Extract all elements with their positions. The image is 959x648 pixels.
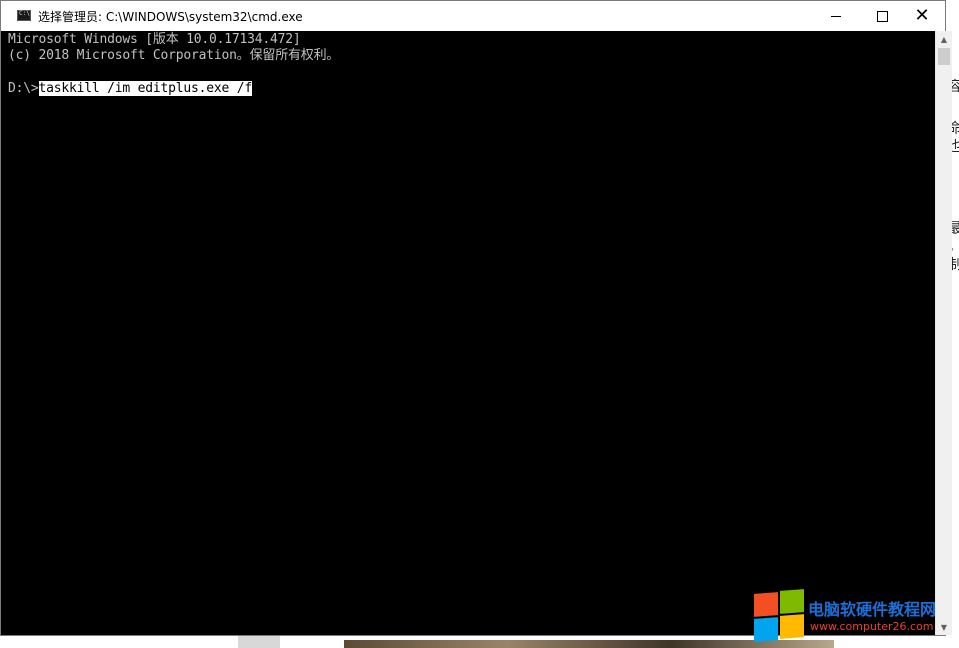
title-bar[interactable]: 选择管理员: C:\WINDOWS\system32\cmd.exe ✕ xyxy=(1,1,945,31)
minimize-button[interactable] xyxy=(813,1,859,31)
console-line-version: Microsoft Windows [版本 10.0.17134.472] xyxy=(8,32,301,47)
background-thumbnail xyxy=(238,636,280,648)
selected-command-text[interactable]: taskkill /im editplus.exe /f xyxy=(38,81,252,96)
site-watermark: 电脑软硬件教程网 www.computer26.com xyxy=(754,589,950,642)
windows-logo-icon xyxy=(754,589,806,642)
console-prompt: D:\> xyxy=(8,81,39,96)
vertical-scrollbar[interactable]: ▲ ▼ xyxy=(935,31,952,635)
console-output[interactable]: Microsoft Windows [版本 10.0.17134.472] (c… xyxy=(1,31,935,635)
close-button[interactable]: ✕ xyxy=(899,1,945,31)
console-line-command[interactable]: D:\>taskkill /im editplus.exe /f xyxy=(8,81,252,97)
watermark-title: 电脑软硬件教程网 xyxy=(808,600,937,619)
scroll-up-button[interactable]: ▲ xyxy=(936,31,952,47)
cmd-window[interactable]: 选择管理员: C:\WINDOWS\system32\cmd.exe ✕ Mic… xyxy=(0,0,952,636)
close-icon: ✕ xyxy=(914,5,930,26)
minimize-icon xyxy=(831,15,841,17)
console-line-copyright: (c) 2018 Microsoft Corporation。保留所有权利。 xyxy=(8,48,340,63)
maximize-icon xyxy=(876,10,888,22)
window-title: 选择管理员: C:\WINDOWS\system32\cmd.exe xyxy=(38,10,303,24)
scroll-thumb[interactable] xyxy=(938,48,950,65)
cmd-icon[interactable] xyxy=(17,10,31,21)
watermark-url: www.computer26.com xyxy=(810,620,934,633)
chevron-up-icon: ▲ xyxy=(940,34,948,44)
